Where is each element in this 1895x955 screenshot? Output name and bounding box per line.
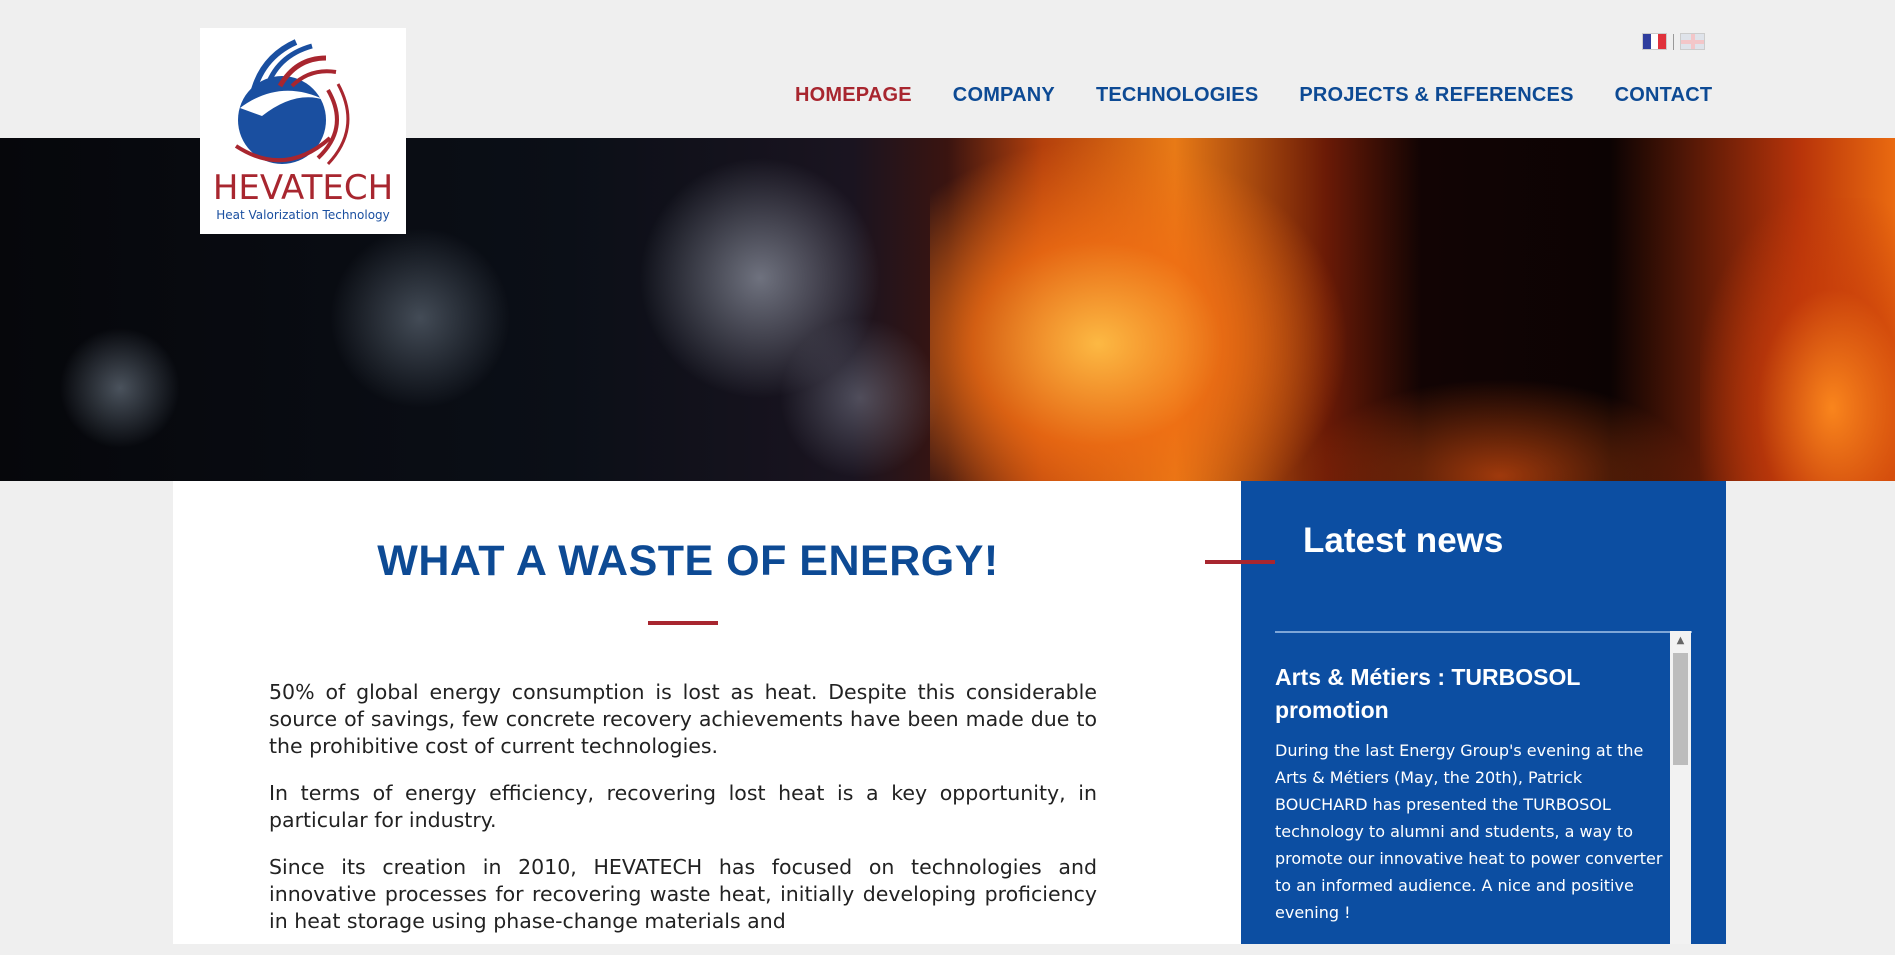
news-article-body: During the last Energy Group's evening a… xyxy=(1275,741,1663,922)
title-underline xyxy=(648,621,718,625)
news-article-title[interactable]: Arts & Métiers : TURBOSOL promotion xyxy=(1275,661,1665,727)
nav-contact[interactable]: CONTACT xyxy=(1615,84,1713,107)
intro-section: WHAT A WASTE OF ENERGY! 50% of global en… xyxy=(173,481,1241,944)
intro-text: 50% of global energy consumption is lost… xyxy=(269,679,1097,955)
intro-paragraph-1: 50% of global energy consumption is lost… xyxy=(269,680,1097,758)
news-accent-line xyxy=(1205,560,1275,564)
uk-flag-icon[interactable] xyxy=(1680,33,1705,50)
site-header: HEVATECH Heat Valorization Technology HO… xyxy=(0,0,1895,234)
language-divider xyxy=(1673,33,1674,50)
page-title: WHAT A WASTE OF ENERGY! xyxy=(377,537,999,585)
water-splash-area xyxy=(0,138,960,481)
intro-paragraph-2: In terms of energy efficiency, recoverin… xyxy=(269,781,1097,832)
nav-homepage[interactable]: HOMEPAGE xyxy=(795,84,912,107)
scrollbar-thumb[interactable] xyxy=(1673,653,1688,765)
fire-glow-lower xyxy=(1300,378,1700,481)
france-flag-icon[interactable] xyxy=(1642,33,1667,50)
nav-company[interactable]: COMPANY xyxy=(953,84,1055,107)
main-nav: HOMEPAGE COMPANY TECHNOLOGIES PROJECTS &… xyxy=(795,84,1712,107)
logo-tagline: Heat Valorization Technology xyxy=(216,208,390,222)
scroll-up-icon[interactable]: ▲ xyxy=(1670,631,1691,651)
swirl-logo-icon xyxy=(234,39,350,166)
fire-glow xyxy=(930,138,1350,481)
news-article[interactable]: Arts & Métiers : TURBOSOL promotion Duri… xyxy=(1275,661,1665,926)
logo-wordmark: HEVATECH xyxy=(212,168,394,208)
nav-technologies[interactable]: TECHNOLOGIES xyxy=(1096,84,1258,107)
site-logo[interactable]: HEVATECH Heat Valorization Technology xyxy=(200,28,406,234)
fire-glow-right xyxy=(1700,198,1895,481)
news-divider xyxy=(1275,631,1692,633)
intro-paragraph-3: Since its creation in 2010, HEVATECH has… xyxy=(269,855,1097,933)
nav-projects-references[interactable]: PROJECTS & REFERENCES xyxy=(1299,84,1573,107)
language-switcher xyxy=(1642,33,1705,50)
latest-news-panel: Latest news Arts & Métiers : TURBOSOL pr… xyxy=(1205,481,1726,944)
news-heading: Latest news xyxy=(1303,521,1504,560)
news-scrollbar[interactable]: ▲ xyxy=(1670,631,1691,944)
